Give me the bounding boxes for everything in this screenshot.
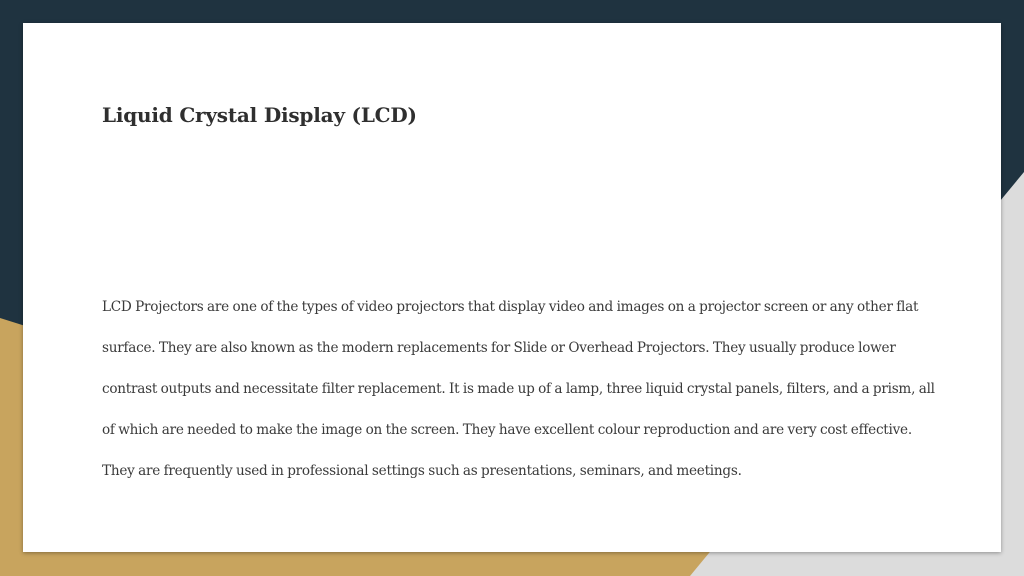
slide-title: Liquid Crystal Display (LCD) — [102, 103, 417, 127]
slide-page: { "slide": { "title": "Liquid Crystal Di… — [0, 0, 1024, 576]
slide-body-text: LCD Projectors are one of the types of v… — [102, 299, 935, 479]
slide-card: Liquid Crystal Display (LCD) LCD Project… — [23, 23, 1001, 552]
